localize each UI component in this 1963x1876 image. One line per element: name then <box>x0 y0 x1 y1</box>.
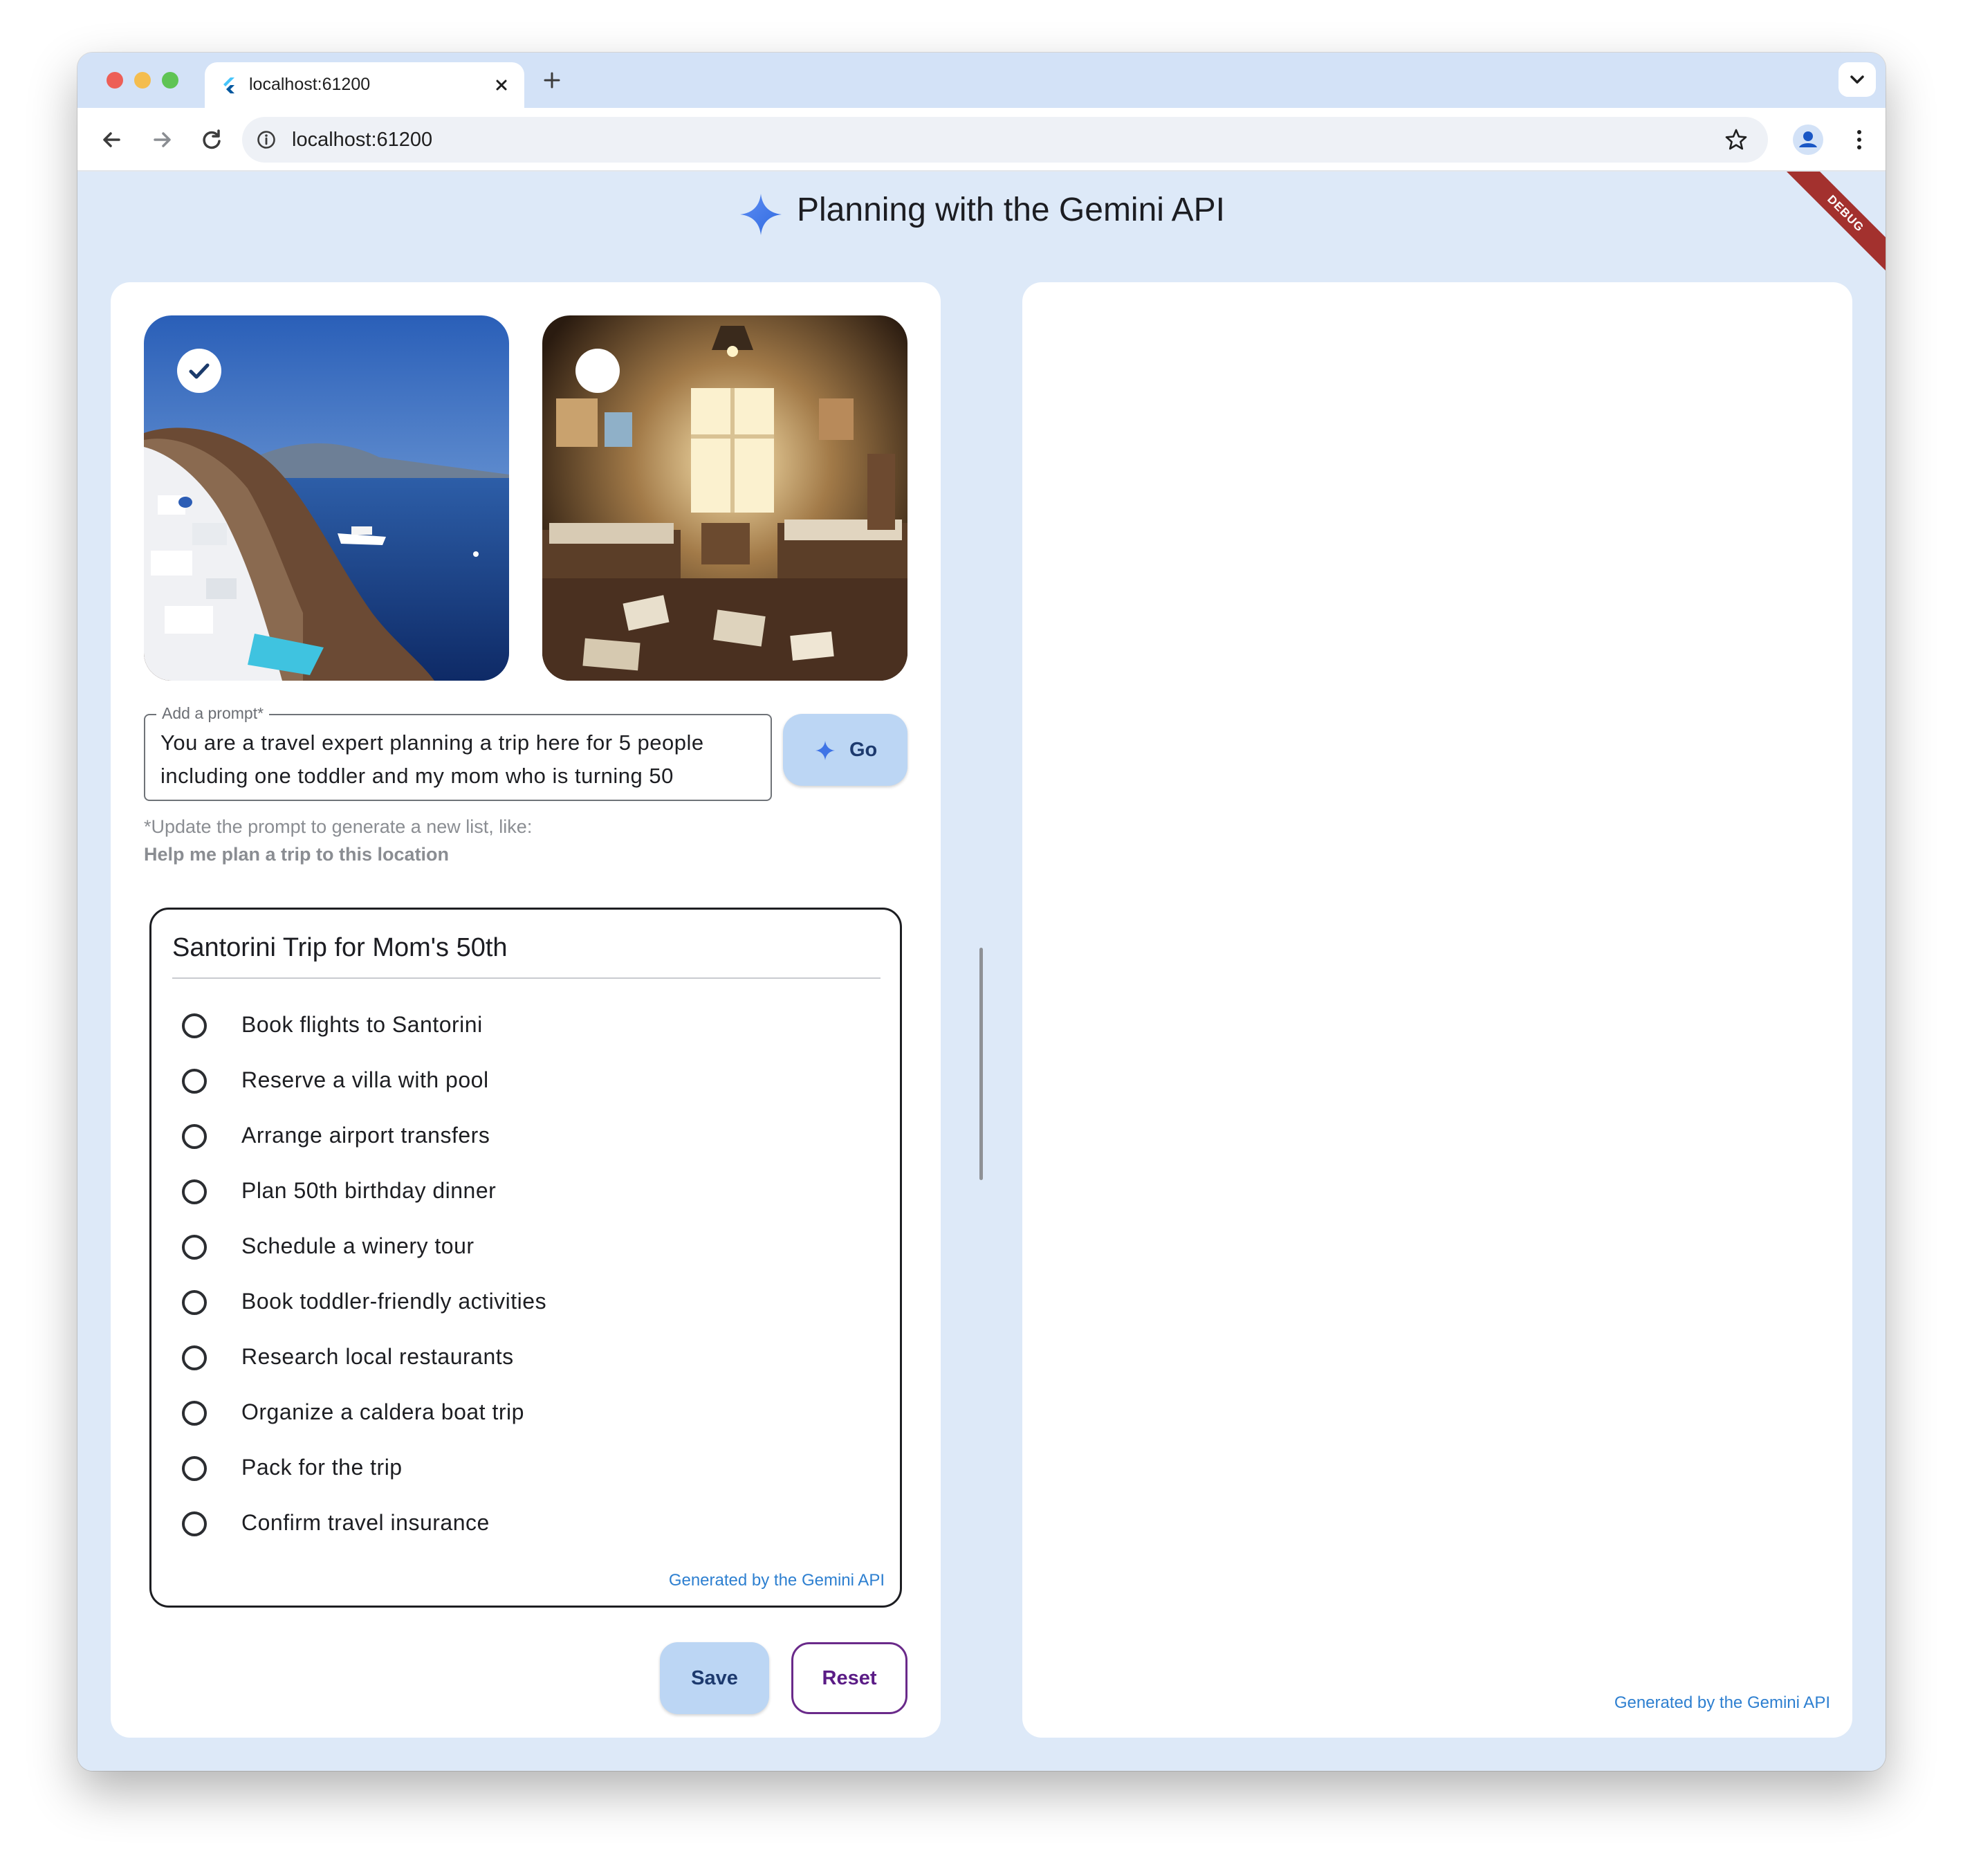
go-button[interactable]: Go <box>783 714 907 786</box>
image-option-room[interactable] <box>542 315 907 681</box>
page-title: Planning with the Gemini API <box>797 192 1226 228</box>
checklist-item-label: Book toddler-friendly activities <box>241 1289 547 1314</box>
flutter-icon <box>223 77 234 93</box>
browser-window: localhost:61200 localhost:61200 DEBUG Pl… <box>77 53 1886 1771</box>
maximize-window-button[interactable] <box>162 72 178 89</box>
radio-button[interactable] <box>182 1456 207 1481</box>
tab-strip: localhost:61200 <box>77 53 1886 108</box>
prompt-input[interactable]: Add a prompt* You are a travel expert pl… <box>144 704 772 801</box>
panel-divider-scrollbar[interactable] <box>979 948 983 1180</box>
go-button-label: Go <box>849 739 878 761</box>
prompt-hint: *Update the prompt to generate a new lis… <box>144 816 533 837</box>
radio-button[interactable] <box>182 1290 207 1315</box>
checklist-item-label: Confirm travel insurance <box>241 1510 490 1535</box>
prompt-value[interactable]: You are a travel expert planning a trip … <box>160 726 757 793</box>
checklist-item-label: Organize a caldera boat trip <box>241 1399 524 1424</box>
minimize-window-button[interactable] <box>134 72 151 89</box>
gemini-credit: Generated by the Gemini API <box>1614 1693 1830 1712</box>
checklist-item[interactable]: Arrange airport transfers <box>179 1109 802 1164</box>
checklist-item[interactable]: Research local restaurants <box>179 1330 802 1386</box>
check-icon <box>189 363 210 379</box>
checklist-item[interactable]: Reserve a villa with pool <box>179 1054 802 1109</box>
tab-search-button[interactable] <box>1838 62 1876 97</box>
gemini-credit: Generated by the Gemini API <box>668 1571 885 1590</box>
info-icon[interactable] <box>256 129 277 150</box>
checklist-item-label: Arrange airport transfers <box>241 1123 490 1148</box>
divider <box>172 977 881 979</box>
star-icon[interactable] <box>1724 127 1749 152</box>
app-content: DEBUG Planning with the Gemini API Add a… <box>77 172 1886 1771</box>
plus-icon[interactable] <box>540 68 564 93</box>
close-window-button[interactable] <box>107 72 123 89</box>
gemini-sparkle-icon <box>815 741 835 760</box>
reset-button[interactable]: Reset <box>791 1642 907 1714</box>
checklist-item[interactable]: Schedule a winery tour <box>179 1220 802 1275</box>
checklist-item-label: Book flights to Santorini <box>241 1012 483 1037</box>
prompt-hint-example: Help me plan a trip to this location <box>144 844 450 865</box>
radio-button[interactable] <box>182 1013 207 1038</box>
address-bar[interactable]: localhost:61200 <box>242 117 1768 163</box>
checklist-card: Santorini Trip for Mom's 50th Book fligh… <box>149 908 902 1608</box>
radio-button[interactable] <box>182 1235 207 1260</box>
more-vertical-icon[interactable] <box>1843 123 1876 156</box>
checklist-item[interactable]: Plan 50th birthday dinner <box>179 1164 802 1220</box>
checklist-item-label: Schedule a winery tour <box>241 1233 474 1258</box>
checklist-item[interactable]: Organize a caldera boat trip <box>179 1386 802 1441</box>
unselected-badge[interactable] <box>575 349 620 393</box>
checklist-item[interactable]: Pack for the trip <box>179 1441 802 1496</box>
browser-tab[interactable]: localhost:61200 <box>205 62 524 108</box>
url-text[interactable]: localhost:61200 <box>292 129 432 151</box>
checklist-item[interactable]: Confirm travel insurance <box>179 1496 802 1552</box>
chevron-down-icon <box>1850 75 1864 84</box>
close-icon[interactable] <box>490 73 513 97</box>
image-option-santorini[interactable] <box>144 315 509 681</box>
checklist-item-label: Plan 50th birthday dinner <box>241 1178 497 1203</box>
checklist-item[interactable]: Book toddler-friendly activities <box>179 1275 802 1330</box>
save-button[interactable]: Save <box>660 1642 769 1714</box>
tab-title: localhost:61200 <box>249 75 371 94</box>
prompt-label: Add a prompt* <box>156 704 270 723</box>
checklist-item-label: Pack for the trip <box>241 1455 403 1480</box>
radio-button[interactable] <box>182 1345 207 1370</box>
back-arrow-icon[interactable] <box>97 125 127 155</box>
app-header: Planning with the Gemini API <box>77 172 1886 255</box>
reload-icon[interactable] <box>196 125 227 155</box>
radio-button[interactable] <box>182 1069 207 1094</box>
checklist-item[interactable]: Book flights to Santorini <box>179 998 802 1054</box>
browser-toolbar: localhost:61200 <box>77 108 1886 172</box>
forward-arrow-icon[interactable] <box>147 125 177 155</box>
gemini-sparkle-icon <box>740 194 782 235</box>
selected-check-badge[interactable] <box>177 349 221 393</box>
checklist-item-label: Reserve a villa with pool <box>241 1067 489 1092</box>
output-panel: Generated by the Gemini API <box>1022 282 1852 1738</box>
radio-button[interactable] <box>182 1179 207 1204</box>
checklist-title: Santorini Trip for Mom's 50th <box>172 933 508 962</box>
radio-button[interactable] <box>182 1124 207 1149</box>
radio-button[interactable] <box>182 1511 207 1536</box>
planner-panel: Add a prompt* You are a travel expert pl… <box>111 282 941 1738</box>
radio-button[interactable] <box>182 1401 207 1426</box>
profile-avatar-icon[interactable] <box>1791 123 1825 156</box>
checklist-item-label: Research local restaurants <box>241 1344 514 1369</box>
